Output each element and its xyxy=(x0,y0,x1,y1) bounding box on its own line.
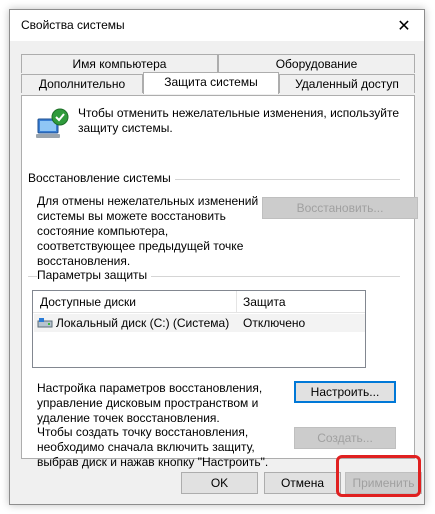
restore-group-title: Восстановление системы xyxy=(28,171,175,185)
drives-list[interactable]: Доступные диски Защита Локальный диск (C… xyxy=(32,290,366,368)
restore-button[interactable]: Восстановить... xyxy=(262,197,418,219)
apply-button[interactable]: Применить xyxy=(345,472,422,494)
drive-protection-status: Отключено xyxy=(243,316,306,330)
restore-description: Для отмены нежелательных изменений систе… xyxy=(37,194,258,269)
restore-line: системы вы можете восстановить xyxy=(37,209,226,223)
tab-label: Имя компьютера xyxy=(72,57,167,71)
column-drives[interactable]: Доступные диски xyxy=(40,295,136,309)
drive-row[interactable]: Локальный диск (C:) (Система) Отключено xyxy=(34,314,365,332)
intro-line: Чтобы отменить нежелательные изменения, … xyxy=(78,106,400,120)
ok-button[interactable]: OK xyxy=(181,472,258,494)
configure-line: управление дисковым пространством и xyxy=(37,396,259,410)
tab-system-protection[interactable]: Защита системы xyxy=(143,72,279,94)
system-protection-panel: Чтобы отменить нежелательные изменения, … xyxy=(21,95,418,469)
cancel-button[interactable]: Отмена xyxy=(264,472,341,494)
restore-line: Для отмены нежелательных изменений xyxy=(37,194,259,208)
system-protection-icon xyxy=(36,108,69,138)
tab-advanced[interactable]: Дополнительно xyxy=(21,74,143,93)
create-line: Чтобы создать точку восстановления, xyxy=(37,425,249,439)
tab-label: Удаленный доступ xyxy=(295,77,399,91)
configure-line: Настройка параметров восстановления, xyxy=(37,381,263,395)
restore-line: состояние компьютера, xyxy=(37,224,169,238)
tab-computer-name[interactable]: Имя компьютера xyxy=(21,54,218,73)
drives-list-header: Доступные диски Защита xyxy=(33,291,365,313)
column-separator[interactable] xyxy=(236,291,237,313)
intro-line: защиту системы. xyxy=(78,121,173,135)
create-line: выбрав диск и нажав кнопку "Настроить". xyxy=(37,455,269,469)
configure-button[interactable]: Настроить... xyxy=(294,381,396,403)
restore-line: восстановления. xyxy=(37,254,131,268)
drive-icon xyxy=(37,318,53,328)
tab-label: Дополнительно xyxy=(38,77,126,91)
tab-label: Оборудование xyxy=(275,57,358,71)
close-icon[interactable]: ✕ xyxy=(384,10,424,41)
title-bar: Свойства системы ✕ xyxy=(10,10,424,41)
create-button[interactable]: Создать... xyxy=(294,427,396,449)
create-line: необходимо сначала включить защиту, xyxy=(37,440,255,454)
column-protection[interactable]: Защита xyxy=(243,295,286,309)
drive-name: Локальный диск (C:) (Система) xyxy=(56,316,230,330)
configure-line: удаление точек восстановления. xyxy=(37,411,220,425)
restore-line: соответствующее предыдущей точке xyxy=(37,239,244,253)
intro-text: Чтобы отменить нежелательные изменения, … xyxy=(78,106,399,136)
create-description: Чтобы создать точку восстановления, необ… xyxy=(37,425,268,470)
tab-hardware[interactable]: Оборудование xyxy=(218,54,415,73)
tab-remote[interactable]: Удаленный доступ xyxy=(279,74,415,93)
tab-label: Защита системы xyxy=(164,75,258,89)
window-title: Свойства системы xyxy=(21,18,125,32)
protection-group-title: Параметры защиты xyxy=(37,268,152,282)
system-properties-dialog: Свойства системы ✕ Имя компьютера Оборуд… xyxy=(9,9,425,505)
configure-description: Настройка параметров восстановления, упр… xyxy=(37,381,262,426)
